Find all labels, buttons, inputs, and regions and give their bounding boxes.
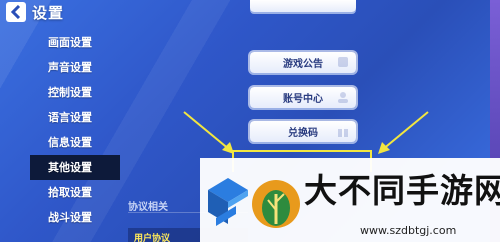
account-center-button-label: 账号中心 (283, 94, 323, 105)
sidebar-item-pickup[interactable]: 拾取设置 (30, 180, 120, 205)
sidebar-item-controls[interactable]: 控制设置 (30, 80, 120, 105)
watermark-site-name: 大不同手游网 (304, 171, 500, 210)
chevron-left-icon (10, 5, 21, 19)
section-protocol-label: 协议相关 (128, 202, 168, 213)
sidebar-item-info[interactable]: 信息设置 (30, 130, 120, 155)
redeem-code-button[interactable]: 兑换码 (250, 121, 356, 142)
sidebar-item-language[interactable]: 语言设置 (30, 105, 120, 130)
arrow-right-icon (378, 111, 429, 154)
header: 设置 (0, 0, 120, 22)
sidebar-item-combat[interactable]: 战斗设置 (30, 205, 120, 230)
back-button[interactable] (6, 2, 26, 22)
user-agreement-label: 用户协议 (134, 234, 171, 242)
watermark-overlay: 大不同手游网 www.szdbtgj.com (200, 158, 500, 242)
sidebar: 画面设置 声音设置 控制设置 语言设置 信息设置 其他设置 拾取设置 战斗设置 (30, 30, 120, 230)
partial-top-button[interactable] (250, 0, 356, 12)
account-center-button[interactable]: 账号中心 (250, 87, 356, 108)
arrow-left-icon (183, 111, 234, 154)
announcement-button-label: 游戏公告 (283, 59, 323, 70)
sidebar-item-display[interactable]: 画面设置 (30, 30, 120, 55)
account-icon (338, 92, 348, 103)
announcement-button[interactable]: 游戏公告 (250, 52, 356, 73)
sidebar-item-sound[interactable]: 声音设置 (30, 55, 120, 80)
redeem-code-button-label: 兑换码 (288, 128, 318, 139)
page-title: 设置 (32, 4, 65, 22)
sidebar-item-other[interactable]: 其他设置 (30, 155, 120, 180)
watermark-url: www.szdbtgj.com (360, 224, 457, 237)
announcement-icon (338, 57, 348, 67)
gift-icon (338, 126, 348, 137)
site-logo-icon (208, 178, 300, 228)
